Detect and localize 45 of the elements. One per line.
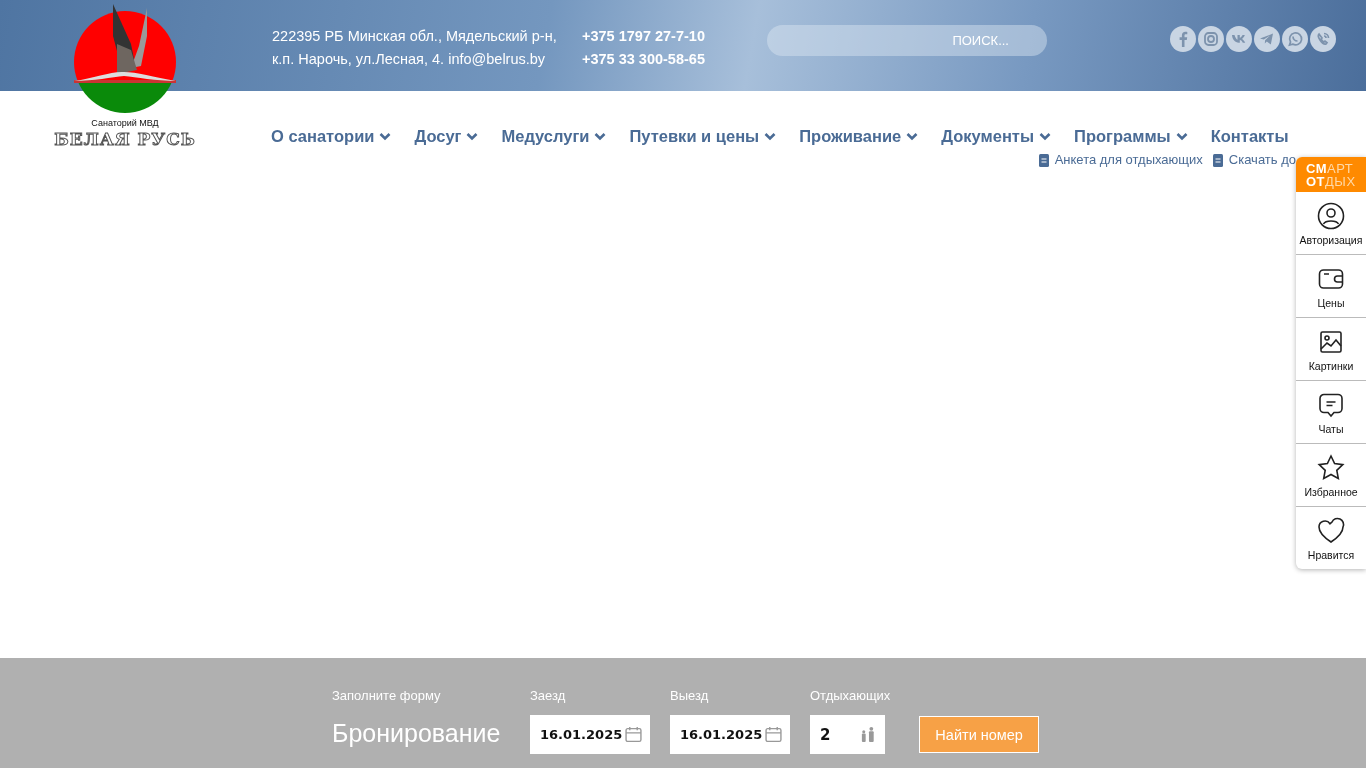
chat-icon [1317, 391, 1345, 419]
email-link[interactable]: info@belrus.by [448, 51, 546, 67]
vk-icon[interactable] [1226, 26, 1252, 52]
telegram-icon[interactable] [1254, 26, 1280, 52]
widget-menu-item[interactable]: Чаты [1296, 381, 1366, 444]
address-line: 222395 РБ Минская обл., Мядельский р-н, [272, 27, 558, 46]
nav-menu-item[interactable]: Медуслуги [501, 127, 607, 146]
logo-wordmark[interactable]: БЕЛАЯ РУСЬ [54, 128, 196, 150]
widget-menu-item[interactable]: Избранное [1296, 444, 1366, 507]
nav-menu-item[interactable]: Досуг [414, 127, 479, 146]
field-label: Отдыхающих [810, 688, 891, 703]
heart-icon [1317, 517, 1345, 545]
nav-menu-item[interactable]: Программы [1074, 127, 1188, 146]
nav-menu-item[interactable]: Контакты [1210, 127, 1289, 146]
whatsapp-icon[interactable] [1282, 26, 1308, 52]
viber-icon[interactable] [1310, 26, 1336, 52]
field-label: Заезд [530, 688, 567, 703]
form-hint: Заполните форму [332, 688, 442, 703]
nav-menu-item[interactable]: О санатории [271, 127, 392, 146]
people-icon [860, 726, 877, 743]
date-field[interactable]: 16.01.2025 [530, 715, 650, 754]
star-icon [1317, 454, 1345, 482]
widget-menu-item[interactable]: Нравится [1296, 507, 1366, 569]
user-icon [1317, 202, 1345, 230]
nav-menu-item[interactable]: Документы [941, 127, 1052, 146]
date-field[interactable]: 16.01.2025 [670, 715, 790, 754]
facebook-icon[interactable] [1170, 26, 1196, 52]
widget-menu-item[interactable]: Картинки [1296, 318, 1366, 381]
image-icon [1317, 328, 1345, 356]
guests-field[interactable]: 2 [810, 715, 885, 754]
address-line: к.п. Нарочь, ул.Лесная, 4. [272, 51, 445, 67]
logo-caption: Санаторий МВД [91, 118, 159, 128]
field-label: Выезд [670, 688, 710, 703]
nav-menu-item[interactable]: Путевки и цены [629, 127, 777, 146]
booking-title: Бронирование [332, 719, 502, 747]
document-icon [1212, 152, 1223, 167]
widget-menu-item[interactable]: Авторизация [1296, 192, 1366, 255]
document-link[interactable]: Анкета для отдыхающих [1038, 152, 1203, 167]
calendar-icon [625, 726, 642, 743]
widget-menu-item[interactable]: Цены [1296, 255, 1366, 318]
calendar-icon [765, 726, 782, 743]
nav-menu-item[interactable]: Проживание [799, 127, 919, 146]
document-icon [1038, 152, 1049, 167]
instagram-icon[interactable] [1198, 26, 1224, 52]
document-link[interactable]: Скачать до [1212, 152, 1296, 167]
